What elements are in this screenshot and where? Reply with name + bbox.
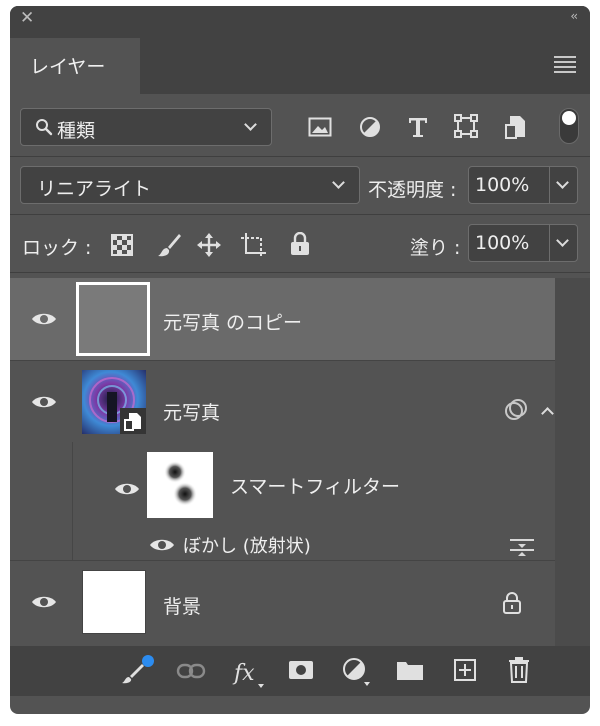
collapse-icon[interactable]: ‹‹ [570, 9, 577, 23]
adjustment-filter-icon[interactable] [359, 116, 381, 138]
layer-name: 背景 [163, 596, 202, 618]
filter-kind-dropdown[interactable]: 種類 [20, 108, 272, 146]
search-icon [36, 119, 53, 136]
lock-icon [503, 592, 521, 614]
artboard-lock-icon[interactable] [240, 232, 268, 258]
fx-icon[interactable]: fx [232, 656, 268, 690]
smart-filter-mask-icon[interactable] [504, 398, 528, 422]
shape-filter-icon[interactable] [454, 114, 478, 138]
layers-scrollbar[interactable] [555, 278, 590, 646]
brush-icon[interactable] [156, 232, 182, 258]
delete-layer-icon[interactable] [507, 656, 531, 684]
layer-name: 元写真 [163, 402, 221, 424]
layer-row-original[interactable]: 元写真 スマートフィルター ぼかし (放射状) [10, 362, 555, 560]
new-layer-icon[interactable] [453, 658, 477, 682]
fill-value: 100% [475, 232, 530, 254]
blend-mode-dropdown[interactable]: リニアライト [20, 166, 360, 204]
type-filter-icon[interactable] [407, 115, 429, 139]
blend-mode-value: リニアライト [37, 178, 152, 200]
layer-thumbnail [82, 570, 146, 634]
lock-label: ロック : [22, 237, 92, 259]
chevron-down-icon [556, 176, 569, 189]
link-layers-icon[interactable] [176, 662, 206, 680]
chevron-down-icon [332, 176, 345, 189]
fill-field[interactable]: 100% [468, 224, 578, 262]
add-mask-icon[interactable] [288, 659, 314, 681]
opacity-field[interactable]: 100% [468, 166, 578, 204]
panel-titlebar: ✕ ‹‹ [10, 6, 590, 30]
eye-icon[interactable] [31, 311, 57, 327]
smart-object-badge-icon [120, 408, 146, 434]
layer-row-copy[interactable]: 元写真 のコピー [10, 278, 555, 360]
new-group-icon[interactable] [396, 659, 424, 681]
panel-tab-row: レイヤー [10, 30, 590, 94]
lock-transparent-pixels-icon[interactable] [111, 234, 133, 256]
layers-bottom-toolbar: fx [10, 646, 590, 696]
chevron-down-icon [244, 118, 257, 131]
opacity-value: 100% [475, 174, 530, 196]
smart-filters-label: スマートフィルター [230, 476, 401, 498]
lock-all-icon[interactable] [290, 232, 310, 256]
layer-row-background[interactable]: 背景 [10, 562, 555, 644]
layer-thumbnail [76, 282, 150, 356]
eye-icon[interactable] [31, 394, 57, 410]
chevron-up-icon[interactable] [541, 407, 554, 420]
brush-badge-icon[interactable] [120, 654, 154, 686]
chevron-down-icon [556, 234, 569, 247]
filter-kind-label: 種類 [57, 120, 96, 142]
eye-icon[interactable] [114, 481, 140, 497]
fill-label: 塗り : [410, 237, 461, 259]
tab-layers[interactable]: レイヤー [10, 38, 140, 94]
smart-filters-group: スマートフィルター ぼかし (放射状) [72, 442, 555, 560]
close-icon[interactable]: ✕ [20, 8, 34, 28]
blending-options-icon[interactable] [509, 536, 535, 558]
new-adjustment-layer-icon[interactable] [342, 656, 372, 686]
smart-object-filter-icon[interactable] [504, 114, 528, 140]
layer-name: 元写真 のコピー [163, 312, 303, 334]
eye-icon[interactable] [149, 537, 175, 553]
panel-menu-icon[interactable] [554, 56, 576, 73]
smart-filter-mask-thumbnail [147, 452, 213, 518]
image-filter-icon[interactable] [308, 116, 332, 138]
svg-text:fx: fx [232, 661, 255, 686]
eye-icon[interactable] [31, 594, 57, 610]
filter-item-name[interactable]: ぼかし (放射状) [183, 532, 311, 558]
move-icon[interactable] [196, 232, 222, 258]
filter-toggle-switch[interactable] [559, 108, 579, 144]
layers-panel: ✕ ‹‹ レイヤー 種類 リニアライト 不透明度: 100% ロック: 塗り… [10, 6, 590, 714]
opacity-label: 不透明度 : [368, 179, 457, 201]
